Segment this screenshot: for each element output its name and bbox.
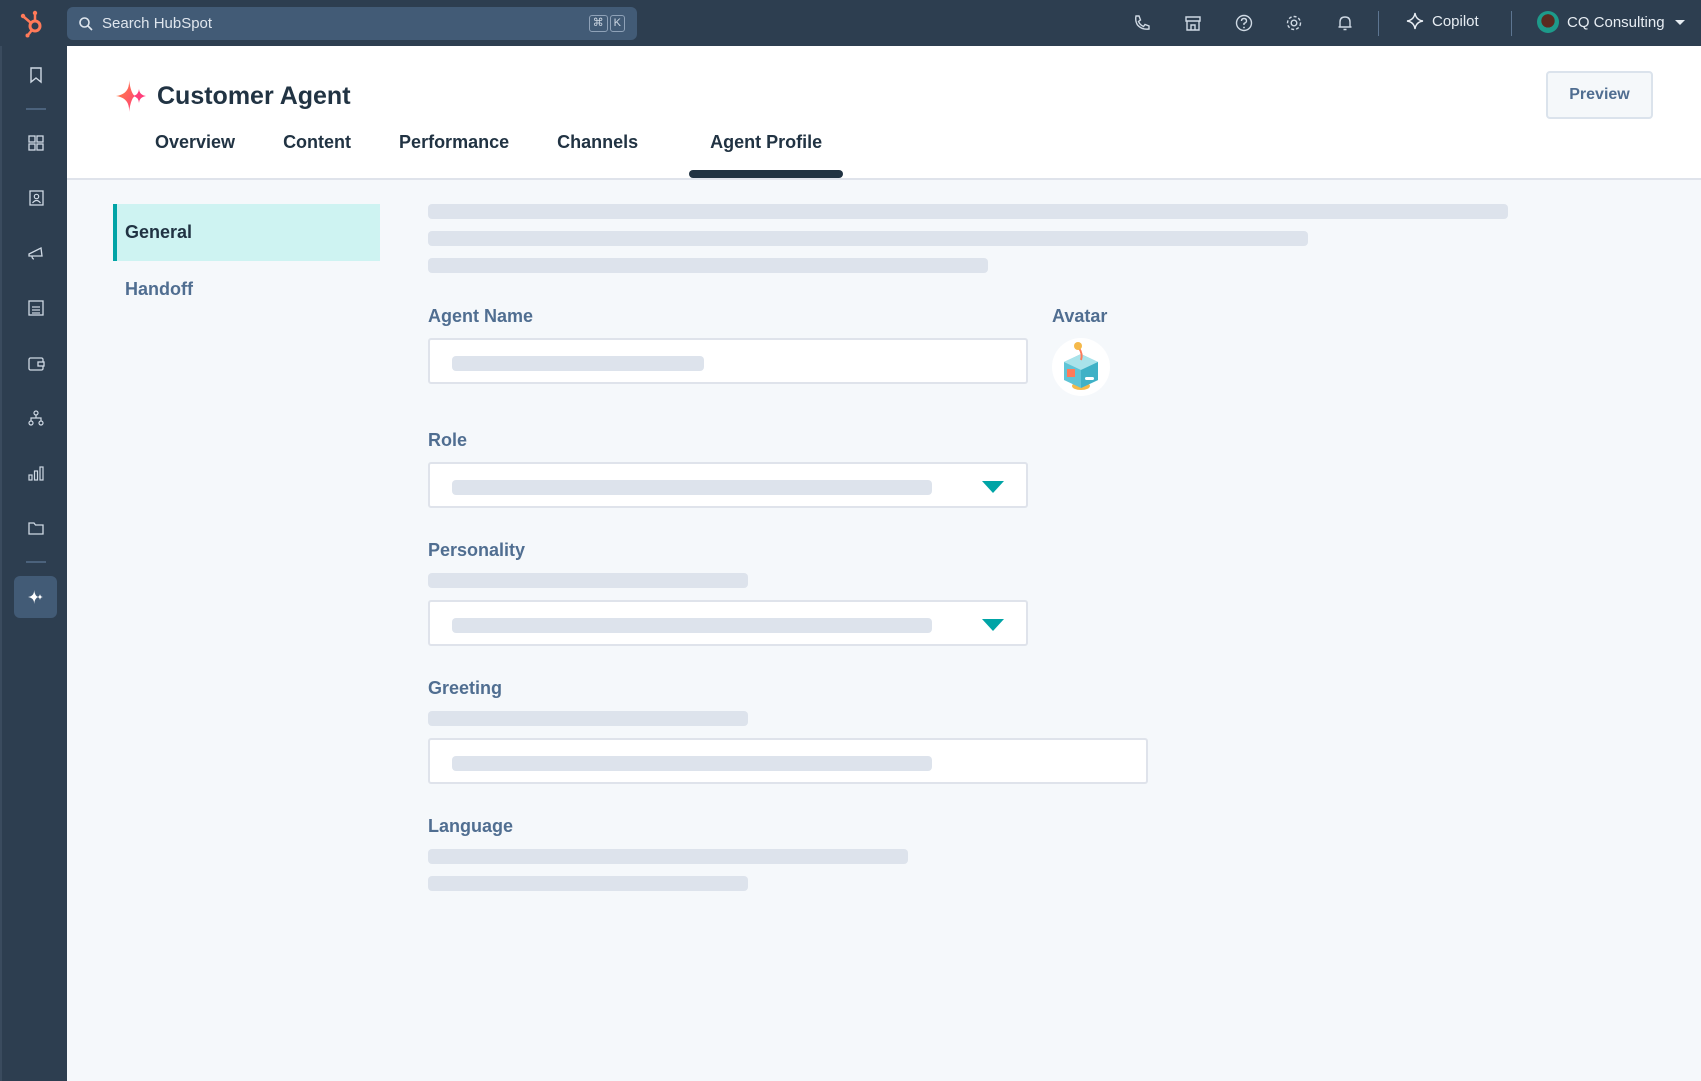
command-key: ⌘ (588, 15, 608, 32)
dropdown-caret-icon (982, 619, 1004, 631)
skeleton-help-text (428, 573, 748, 588)
personality-label: Personality (428, 540, 526, 560)
help-icon[interactable] (1234, 13, 1254, 33)
breeze-ai-nav-item[interactable] (14, 576, 57, 618)
page-title: Customer Agent (157, 81, 351, 110)
settings-icon[interactable] (1284, 13, 1304, 33)
greeting-input[interactable] (428, 738, 1148, 784)
copilot-label: Copilot (1432, 12, 1479, 30)
skeleton-value (452, 618, 932, 633)
preview-button[interactable]: Preview (1546, 71, 1653, 119)
marketing-megaphone-icon[interactable] (26, 243, 46, 263)
automation-icon[interactable] (26, 408, 46, 428)
divider (1511, 11, 1512, 36)
notifications-icon[interactable] (1335, 13, 1355, 33)
reporting-chart-icon[interactable] (26, 463, 46, 483)
skeleton-help-text (428, 711, 748, 726)
skeleton-line (428, 204, 1508, 219)
greeting-label: Greeting (428, 678, 503, 698)
tab-content[interactable]: Content (283, 132, 351, 174)
bookmark-icon[interactable] (26, 65, 46, 85)
agent-avatar[interactable] (1052, 338, 1110, 396)
robot-avatar-icon (1064, 342, 1098, 390)
keyboard-shortcut: ⌘ K (588, 15, 625, 32)
dropdown-caret-icon (982, 481, 1004, 493)
role-dropdown[interactable] (428, 462, 1028, 508)
workspaces-grid-icon[interactable] (26, 133, 46, 153)
personality-dropdown[interactable] (428, 600, 1028, 646)
marketplace-icon[interactable] (1183, 13, 1203, 33)
search-bar[interactable]: Search HubSpot ⌘ K (67, 7, 637, 40)
sparkle-icon (1406, 12, 1424, 30)
skeleton-line (428, 258, 988, 273)
skeleton-line (428, 849, 908, 864)
tab-channels[interactable]: Channels (557, 132, 638, 174)
tab-overview[interactable]: Overview (155, 132, 235, 174)
agent-name-label: Agent Name (428, 306, 534, 326)
skeleton-line (428, 876, 748, 891)
role-label: Role (428, 430, 468, 450)
account-menu[interactable]: CQ Consulting (1537, 11, 1685, 33)
settings-subnav: General Handoff (113, 204, 380, 318)
folder-icon[interactable] (26, 518, 46, 538)
skeleton-value (452, 356, 704, 371)
page-title-area: Customer Agent (115, 79, 351, 113)
subnav-item-handoff[interactable]: Handoff (113, 261, 380, 318)
breeze-sparkle-icon (116, 80, 146, 112)
main-sidebar (0, 46, 67, 1081)
top-navigation-bar: Search HubSpot ⌘ K Copilot CQ Consulting (0, 0, 1701, 46)
search-icon (79, 16, 93, 31)
k-key: K (609, 15, 625, 32)
language-label: Language (428, 816, 514, 836)
content-icon[interactable] (26, 298, 46, 318)
skeleton-value (452, 480, 932, 495)
skeleton-line (428, 231, 1308, 246)
chevron-down-icon (1674, 19, 1685, 25)
tab-agent-profile[interactable]: Agent Profile (689, 132, 844, 178)
sparkle-icon (27, 590, 43, 604)
divider (26, 561, 46, 563)
account-name: CQ Consulting (1567, 13, 1665, 31)
tab-performance[interactable]: Performance (399, 132, 509, 174)
page-header: Customer Agent Overview Content Performa… (67, 46, 1701, 180)
commerce-wallet-icon[interactable] (26, 353, 46, 373)
search-placeholder: Search HubSpot (102, 15, 213, 32)
divider (1378, 11, 1379, 36)
user-avatar (1537, 11, 1559, 33)
copilot-button[interactable]: Copilot (1406, 12, 1479, 30)
skeleton-value (452, 756, 932, 771)
agent-name-input[interactable] (428, 338, 1028, 384)
subnav-item-general[interactable]: General (113, 204, 380, 261)
divider (26, 108, 46, 110)
hubspot-logo-icon[interactable] (18, 8, 48, 38)
avatar-label: Avatar (1052, 306, 1108, 326)
contacts-icon[interactable] (26, 188, 46, 208)
phone-icon[interactable] (1132, 13, 1152, 33)
tab-bar: Overview Content Performance Channels Ag… (155, 132, 870, 178)
